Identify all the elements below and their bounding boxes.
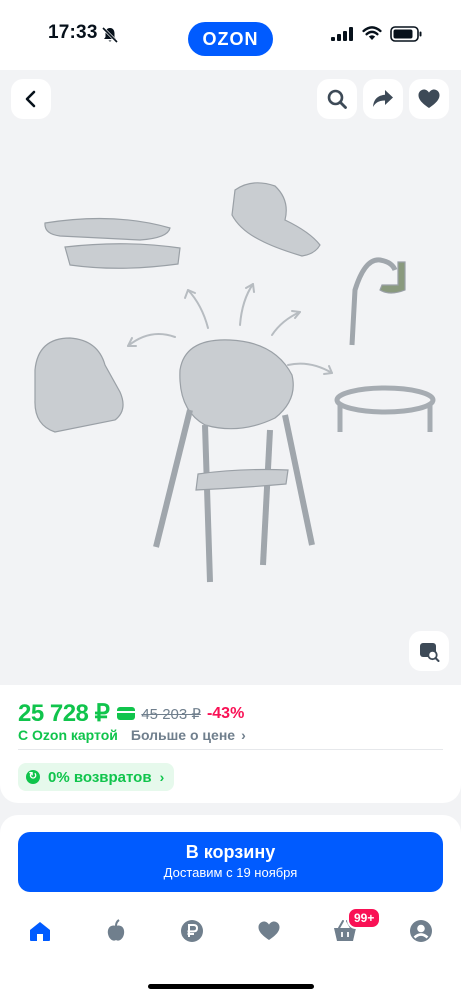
tab-bar <box>0 915 461 955</box>
add-to-cart-label: В корзину <box>185 842 276 862</box>
product-gallery[interactable] <box>0 70 461 685</box>
cart-count-badge: 99+ <box>347 907 382 929</box>
image-search-icon <box>420 643 440 662</box>
chevron-right-icon: › <box>159 769 165 785</box>
tab-finance[interactable] <box>172 915 212 947</box>
fresh-icon <box>107 919 125 941</box>
divider <box>18 749 443 750</box>
ozon-card-label: С Ozon картой <box>18 727 118 743</box>
heart-icon <box>418 89 440 108</box>
image-search-button[interactable] <box>409 631 449 671</box>
back-button[interactable] <box>11 79 51 119</box>
price-details-row[interactable]: С Ozon картой Больше о цене › <box>18 727 246 743</box>
add-to-cart-button[interactable]: В корзину Доставим с 19 ноября <box>18 832 443 892</box>
old-price: 45 203 ₽ <box>141 705 201 723</box>
status-time: 17:33 <box>48 22 98 43</box>
tab-fresh[interactable] <box>96 915 136 947</box>
chevron-right-icon: › <box>241 727 246 743</box>
current-price: 25 728 ₽ <box>18 700 110 727</box>
price-row: 25 728 ₽ 45 203 ₽ -43% <box>18 699 244 728</box>
returns-label: 0% возвратов <box>48 768 152 786</box>
favorite-button[interactable] <box>409 79 449 119</box>
tab-profile[interactable] <box>401 915 441 947</box>
price-card: 25 728 ₽ 45 203 ₽ -43% С Ozon картой Бол… <box>0 685 461 803</box>
profile-icon <box>410 920 432 942</box>
search-button[interactable] <box>317 79 357 119</box>
ozon-card-icon <box>117 707 136 720</box>
home-indicator[interactable] <box>148 984 314 989</box>
status-bar: 17:33 OZON <box>0 0 461 70</box>
tab-home[interactable] <box>20 915 60 947</box>
bell-muted-icon <box>101 26 119 44</box>
delivery-date-label: Доставим с 19 ноября <box>163 865 298 880</box>
returns-chip[interactable]: ↻ 0% возвратов › <box>18 763 175 791</box>
ozon-logo: OZON <box>188 22 273 56</box>
cellular-signal-icon <box>331 27 353 41</box>
search-icon <box>327 89 347 109</box>
product-image <box>34 182 436 583</box>
tab-favorites[interactable] <box>249 915 289 947</box>
back-icon <box>25 90 36 108</box>
share-icon <box>373 90 393 107</box>
discount-badge: -43% <box>206 704 245 722</box>
more-about-price-link[interactable]: Больше о цене <box>131 727 235 743</box>
battery-icon <box>390 26 422 42</box>
favorites-icon <box>258 921 280 940</box>
wifi-icon <box>362 26 382 40</box>
finance-icon <box>181 920 203 942</box>
share-button[interactable] <box>363 79 403 119</box>
return-arrow-icon: ↻ <box>26 770 40 784</box>
bottom-panel: В корзину Доставим с 19 ноября 99+ <box>0 815 461 1000</box>
home-icon <box>30 922 50 941</box>
